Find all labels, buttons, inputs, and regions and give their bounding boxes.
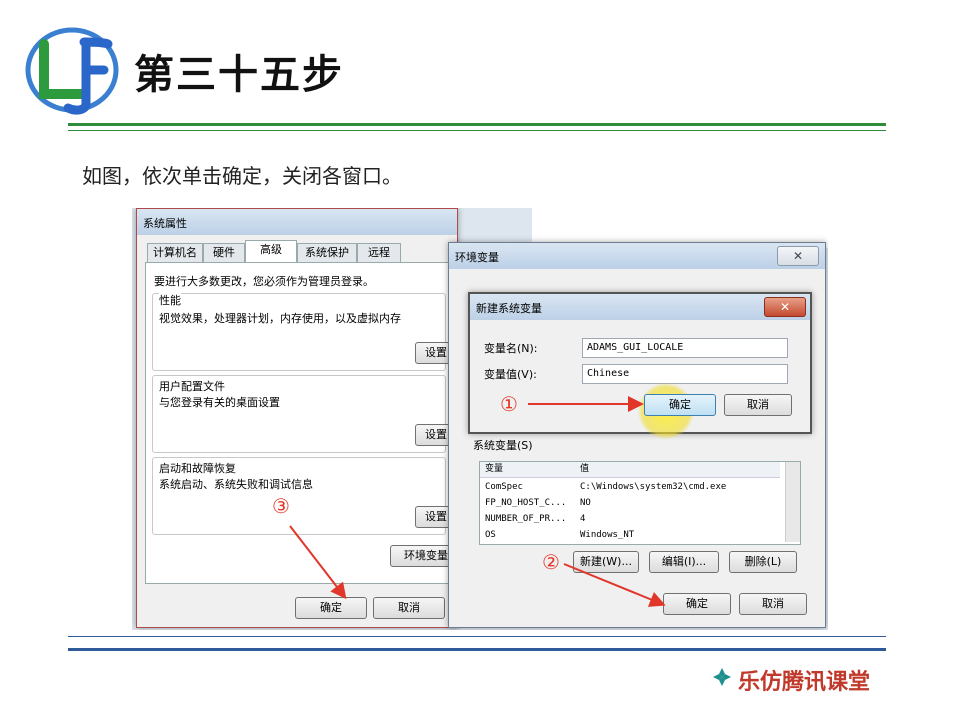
callout-2: ② xyxy=(542,550,560,574)
callout-3: ③ xyxy=(272,494,290,518)
header-rule-thin xyxy=(68,130,886,131)
screenshot: 系统属性 计算机名 硬件 高级 系统保护 远程 要进行大多数更改，您必须作为管理… xyxy=(132,208,828,630)
header-rule xyxy=(68,123,886,126)
instruction-text: 如图，依次单击确定，关闭各窗口。 xyxy=(82,164,402,188)
brand-diamond-icon xyxy=(713,668,731,686)
footer-rule-thin xyxy=(68,636,886,637)
footer-rule xyxy=(68,648,886,651)
slide-title: 第三十五步 xyxy=(134,52,344,98)
callout-1: ① xyxy=(500,392,518,416)
annotation-arrows xyxy=(289,396,666,607)
lf-logo xyxy=(25,27,119,115)
brand-name: 乐仿腾讯课堂 xyxy=(738,669,871,695)
